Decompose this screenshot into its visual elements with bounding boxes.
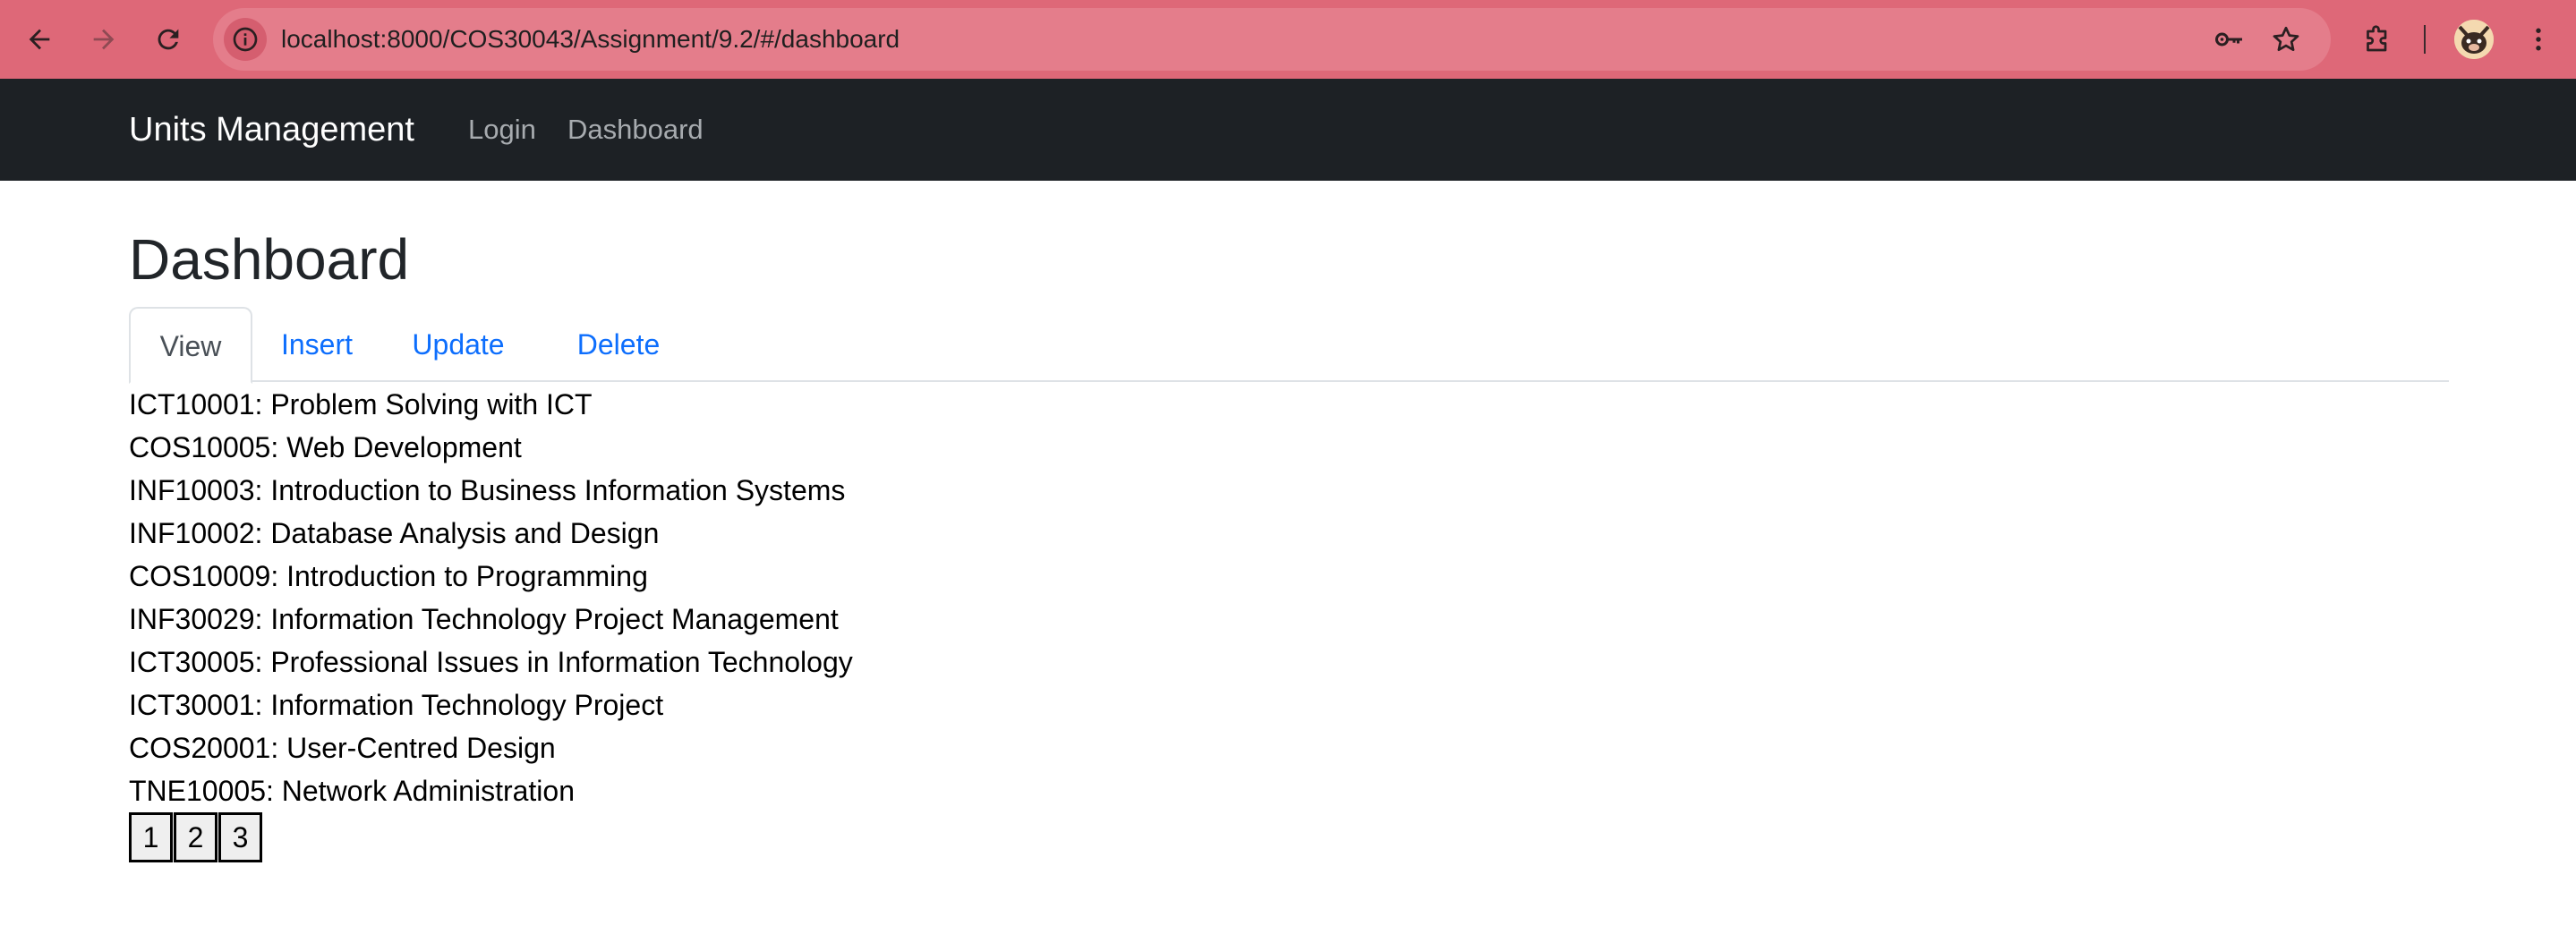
nav-link-login[interactable]: Login xyxy=(468,79,536,181)
address-bar[interactable]: localhost:8000/COS30043/Assignment/9.2/#… xyxy=(213,8,2331,71)
list-item: COS20001: User-Centred Design xyxy=(129,732,556,764)
page-title: Dashboard xyxy=(129,227,410,292)
back-button[interactable] xyxy=(18,18,61,61)
tab-insert[interactable]: Insert xyxy=(259,307,375,382)
list-item: INF10002: Database Analysis and Design xyxy=(129,517,660,549)
arrow-right-icon xyxy=(93,29,115,50)
forward-button[interactable] xyxy=(82,18,125,61)
browser-toolbar: localhost:8000/COS30043/Assignment/9.2/#… xyxy=(0,0,2576,79)
app-navbar: Units Management Login Dashboard xyxy=(0,79,2576,181)
page-button-1[interactable]: 1 xyxy=(129,812,173,862)
star-icon xyxy=(2273,26,2299,52)
list-item: ICT30005: Professional Issues in Informa… xyxy=(129,646,853,678)
nav-link-dashboard[interactable]: Dashboard xyxy=(567,79,704,181)
reload-button[interactable] xyxy=(147,18,190,61)
tab-delete[interactable]: Delete xyxy=(556,307,681,382)
pagination: 1 2 3 xyxy=(129,812,263,862)
profile-picture-icon xyxy=(2454,20,2494,59)
puzzle-icon xyxy=(2367,25,2387,52)
kebab-menu-icon xyxy=(2536,28,2541,51)
page-button-3[interactable]: 3 xyxy=(218,812,262,862)
tab-update[interactable]: Update xyxy=(391,307,525,382)
list-item: INF10003: Introduction to Business Infor… xyxy=(129,474,846,506)
url-text[interactable]: localhost:8000/COS30043/Assignment/9.2/#… xyxy=(281,8,900,71)
tab-view[interactable]: View xyxy=(129,307,252,384)
unit-list: ICT10001: Problem Solving with ICT COS10… xyxy=(129,383,853,812)
extensions-button[interactable] xyxy=(2356,18,2399,61)
password-manager-button[interactable] xyxy=(2211,21,2247,57)
avatar[interactable] xyxy=(2454,20,2494,59)
browser-menu-button[interactable] xyxy=(2517,18,2560,61)
list-item: COS10005: Web Development xyxy=(129,431,522,463)
list-item: ICT10001: Problem Solving with ICT xyxy=(129,388,593,420)
list-item: INF30029: Information Technology Project… xyxy=(129,603,839,635)
dashboard-tabs: View Insert Update Delete xyxy=(129,307,2449,384)
bookmark-button[interactable] xyxy=(2268,21,2304,57)
page-button-2[interactable]: 2 xyxy=(174,812,218,862)
arrow-left-icon xyxy=(29,29,50,50)
navbar-brand[interactable]: Units Management xyxy=(129,79,414,181)
list-item: ICT30001: Information Technology Project xyxy=(129,689,664,721)
site-info-button[interactable] xyxy=(224,18,267,61)
list-item: TNE10005: Network Administration xyxy=(129,775,575,807)
list-item: COS10009: Introduction to Programming xyxy=(129,560,648,592)
info-icon xyxy=(233,27,258,52)
toolbar-divider xyxy=(2424,25,2426,54)
reload-icon xyxy=(158,29,179,50)
key-icon xyxy=(2215,32,2242,47)
